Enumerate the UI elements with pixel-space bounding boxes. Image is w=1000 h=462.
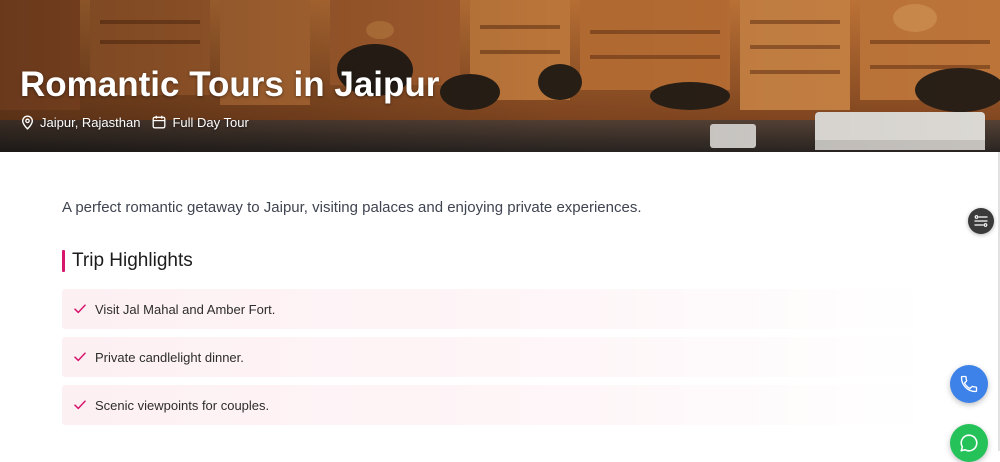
calendar-icon	[153, 115, 166, 129]
tour-meta: Jaipur, Rajasthan Full Day Tour	[21, 113, 261, 131]
duration-meta: Full Day Tour	[152, 114, 249, 130]
call-button[interactable]	[950, 365, 988, 403]
list-item: Private candlelight dinner.	[62, 337, 928, 377]
list-settings-icon	[974, 215, 988, 227]
highlights-heading: Trip Highlights	[62, 250, 193, 272]
map-pin-icon	[21, 114, 34, 130]
highlight-text: Scenic viewpoints for couples.	[95, 397, 270, 413]
location-text: Jaipur, Rajasthan	[40, 114, 141, 130]
list-item: Scenic viewpoints for couples.	[62, 385, 928, 425]
duration-text: Full Day Tour	[172, 114, 249, 130]
location-meta: Jaipur, Rajasthan	[21, 115, 140, 130]
table-of-contents-button[interactable]	[968, 208, 994, 234]
accent-bar	[62, 250, 65, 272]
page-title: Romantic Tours in Jaipur	[20, 65, 440, 104]
check-icon	[74, 352, 86, 362]
highlight-text: Visit Jal Mahal and Amber Fort.	[95, 301, 276, 317]
check-icon	[74, 304, 86, 314]
whatsapp-button[interactable]	[950, 424, 988, 462]
tour-description: A perfect romantic getaway to Jaipur, vi…	[62, 199, 642, 216]
phone-icon	[960, 375, 978, 393]
highlight-text: Private candlelight dinner.	[95, 349, 244, 365]
hero-banner: Romantic Tours in Jaipur Jaipur, Rajasth…	[0, 0, 1000, 152]
check-icon	[74, 400, 86, 410]
list-item: Visit Jal Mahal and Amber Fort.	[62, 289, 928, 329]
highlights-title: Trip Highlights	[72, 250, 193, 271]
highlights-list: Visit Jal Mahal and Amber Fort. Private …	[62, 289, 928, 433]
